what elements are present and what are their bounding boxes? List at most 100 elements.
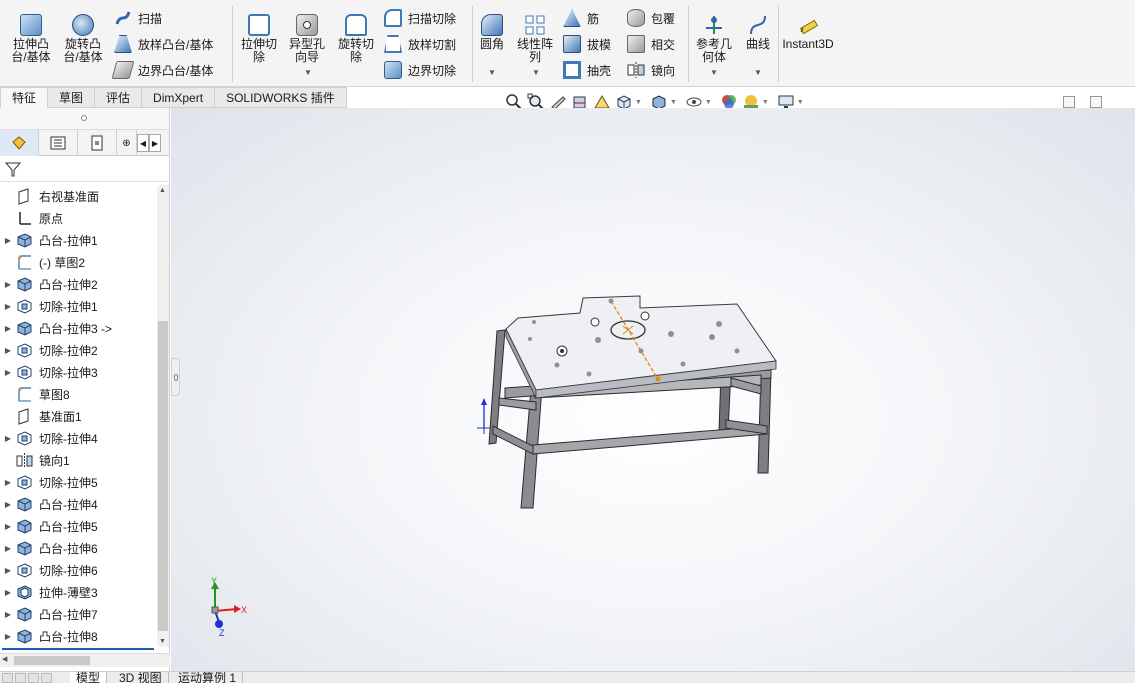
instant3d-button[interactable]: Instant3D — [782, 14, 834, 51]
tree-item[interactable]: ▶ 拉伸-薄壁3 — [0, 581, 157, 603]
expand-arrow-icon[interactable]: ▶ — [0, 588, 16, 597]
scroll-up-icon[interactable]: ▲ — [159, 187, 166, 194]
tabs-scroll-left-icon[interactable]: ◀ — [137, 134, 149, 152]
cut-extrude-button[interactable]: 拉伸切 除 — [237, 14, 281, 64]
boss-extrude-button[interactable]: 拉伸凸 台/基体 — [8, 14, 54, 64]
scroll-left-icon[interactable]: ◀ — [2, 655, 7, 663]
tabs-scroll-right-icon[interactable]: ▶ — [149, 134, 161, 152]
tree-item[interactable]: ▶ 切除-拉伸3 — [0, 361, 157, 383]
tab-features[interactable]: 特征 — [0, 87, 49, 108]
curves-button[interactable]: 曲线 — [742, 14, 774, 51]
last-tab-nav-icon[interactable] — [41, 673, 52, 683]
scroll-down-icon[interactable]: ▼ — [159, 638, 166, 645]
configuration-manager-tab-icon[interactable] — [78, 130, 117, 156]
tree-item[interactable]: 镜向1 — [0, 449, 157, 471]
expand-arrow-icon[interactable]: ▶ — [0, 346, 16, 355]
expand-arrow-icon[interactable]: ▶ — [0, 610, 16, 619]
expand-arrow-icon[interactable]: ▶ — [0, 434, 16, 443]
tab-evaluate[interactable]: 评估 — [95, 87, 143, 108]
tree-item[interactable]: 基准面1 — [0, 405, 157, 427]
boundary-boss-button[interactable]: 边界凸台/基体 — [111, 59, 213, 81]
property-manager-tab-icon[interactable] — [39, 130, 78, 156]
tree-item[interactable]: 右视基准面 — [0, 185, 157, 207]
next-tab-nav-icon[interactable] — [28, 673, 39, 683]
expand-arrow-icon[interactable]: ▶ — [0, 478, 16, 487]
expand-arrow-icon[interactable]: ▶ — [0, 324, 16, 333]
fillet-dropdown-icon[interactable]: ▼ — [488, 68, 496, 77]
panel-grip[interactable] — [0, 108, 169, 130]
sweep-button[interactable]: 扫描 — [114, 7, 162, 29]
tab-motion-study[interactable]: 运动算例 1 — [172, 672, 244, 683]
boundary-cut-button[interactable]: 边界切除 — [384, 59, 456, 81]
expand-arrow-icon[interactable]: ▶ — [0, 302, 16, 311]
model-3d-view[interactable]: Y X Z — [171, 108, 1135, 671]
linear-pattern-button[interactable]: 线性阵 列 — [514, 14, 556, 64]
reference-geometry-button[interactable]: 参考几 何体 — [692, 14, 736, 64]
view-settings-dropdown-icon[interactable]: ▼ — [797, 99, 804, 106]
panel-collapse-handle[interactable] — [171, 358, 180, 396]
mirror-button[interactable]: 镜向 — [627, 59, 675, 81]
tree-item[interactable]: ▶ 凸台-拉伸4 — [0, 493, 157, 515]
hole-wizard-button[interactable]: 异型孔 向导 — [285, 14, 329, 64]
cut-revolve-button[interactable]: 旋转切 除 — [334, 14, 378, 64]
lofted-cut-button[interactable]: 放样切割 — [384, 33, 456, 55]
expand-arrow-icon[interactable]: ▶ — [0, 236, 16, 245]
draft-button[interactable]: 拔模 — [563, 33, 611, 55]
tree-item[interactable]: ▶ 切除-拉伸1 — [0, 295, 157, 317]
boss-revolve-button[interactable]: 旋转凸 台/基体 — [60, 14, 106, 64]
tab-dimxpert[interactable]: DimXpert — [142, 87, 216, 108]
tree-item[interactable]: ▶ 凸台-拉伸2 — [0, 273, 157, 295]
loft-boss-button[interactable]: 放样凸台/基体 — [114, 33, 213, 55]
tab-sketch[interactable]: 草图 — [48, 87, 96, 108]
hide-show-dropdown-icon[interactable]: ▼ — [705, 99, 712, 106]
swept-cut-button[interactable]: 扫描切除 — [384, 7, 456, 29]
tree-item[interactable]: (-) 草图2 — [0, 251, 157, 273]
curves-dropdown-icon[interactable]: ▼ — [754, 68, 762, 77]
tree-item[interactable]: ▶ 凸台-拉伸5 — [0, 515, 157, 537]
expand-arrow-icon[interactable]: ▶ — [0, 544, 16, 553]
tree-item[interactable]: 原点 — [0, 207, 157, 229]
tree-vertical-scrollbar[interactable]: ▲ ▼ — [157, 185, 169, 647]
shell-button[interactable]: 抽壳 — [563, 59, 611, 81]
tree-item[interactable]: ▶ 凸台-拉伸6 — [0, 537, 157, 559]
rib-button[interactable]: 筋 — [563, 7, 599, 29]
fillet-button[interactable]: 圆角 — [476, 14, 508, 51]
tree-item[interactable]: ▶ 凸台-拉伸3 -> — [0, 317, 157, 339]
scene-dropdown-icon[interactable]: ▼ — [762, 99, 769, 106]
filter-icon[interactable] — [4, 160, 22, 181]
expand-arrow-icon[interactable]: ▶ — [0, 522, 16, 531]
hole-wizard-dropdown-icon[interactable]: ▼ — [304, 68, 312, 77]
tree-item[interactable]: 草图8 — [0, 383, 157, 405]
tree-item[interactable]: ▶ 切除-拉伸5 — [0, 471, 157, 493]
wrap-button[interactable]: 包覆 — [627, 7, 675, 29]
tab-solidworks-addins[interactable]: SOLIDWORKS 插件 — [215, 87, 347, 108]
expand-arrow-icon[interactable]: ▶ — [0, 280, 16, 289]
tree-item[interactable]: ▶ 切除-拉伸4 — [0, 427, 157, 449]
view-orientation-dropdown-icon[interactable]: ▼ — [635, 99, 642, 106]
expand-arrow-icon[interactable]: ▶ — [0, 500, 16, 509]
pattern-dropdown-icon[interactable]: ▼ — [532, 68, 540, 77]
tree-horizontal-scrollbar[interactable]: ◀ — [0, 653, 170, 667]
display-style-dropdown-icon[interactable]: ▼ — [670, 99, 677, 106]
graphics-area[interactable]: Y X Z — [171, 108, 1135, 671]
expand-arrow-icon[interactable]: ▶ — [0, 368, 16, 377]
ref-geometry-dropdown-icon[interactable]: ▼ — [710, 68, 718, 77]
feature-manager-tab-icon[interactable] — [0, 130, 39, 156]
tab-model[interactable]: 模型 — [70, 672, 108, 683]
intersect-button[interactable]: 相交 — [627, 33, 675, 55]
restore-panel-icon[interactable] — [1063, 96, 1075, 108]
tree-item[interactable]: ▶ 凸台-拉伸1 — [0, 229, 157, 251]
tree-item[interactable]: ▶ 切除-拉伸2 — [0, 339, 157, 361]
first-tab-nav-icon[interactable] — [2, 673, 13, 683]
tree-item[interactable]: ▶ 切除-拉伸6 — [0, 559, 157, 581]
expand-arrow-icon[interactable]: ▶ — [0, 566, 16, 575]
rollback-bar[interactable] — [2, 648, 154, 650]
tree-item[interactable]: ▶ 凸台-拉伸8 — [0, 625, 157, 647]
expand-arrow-icon[interactable]: ▶ — [0, 632, 16, 641]
dimxpert-tab-icon[interactable]: ⊕ — [117, 130, 137, 156]
prev-tab-nav-icon[interactable] — [15, 673, 26, 683]
expand-panel-icon[interactable] — [1090, 96, 1102, 108]
tree-item[interactable]: ▶ 凸台-拉伸7 — [0, 603, 157, 625]
tab-3d-views[interactable]: 3D 视图 — [113, 672, 169, 683]
vertical-scroll-thumb[interactable] — [158, 321, 168, 631]
